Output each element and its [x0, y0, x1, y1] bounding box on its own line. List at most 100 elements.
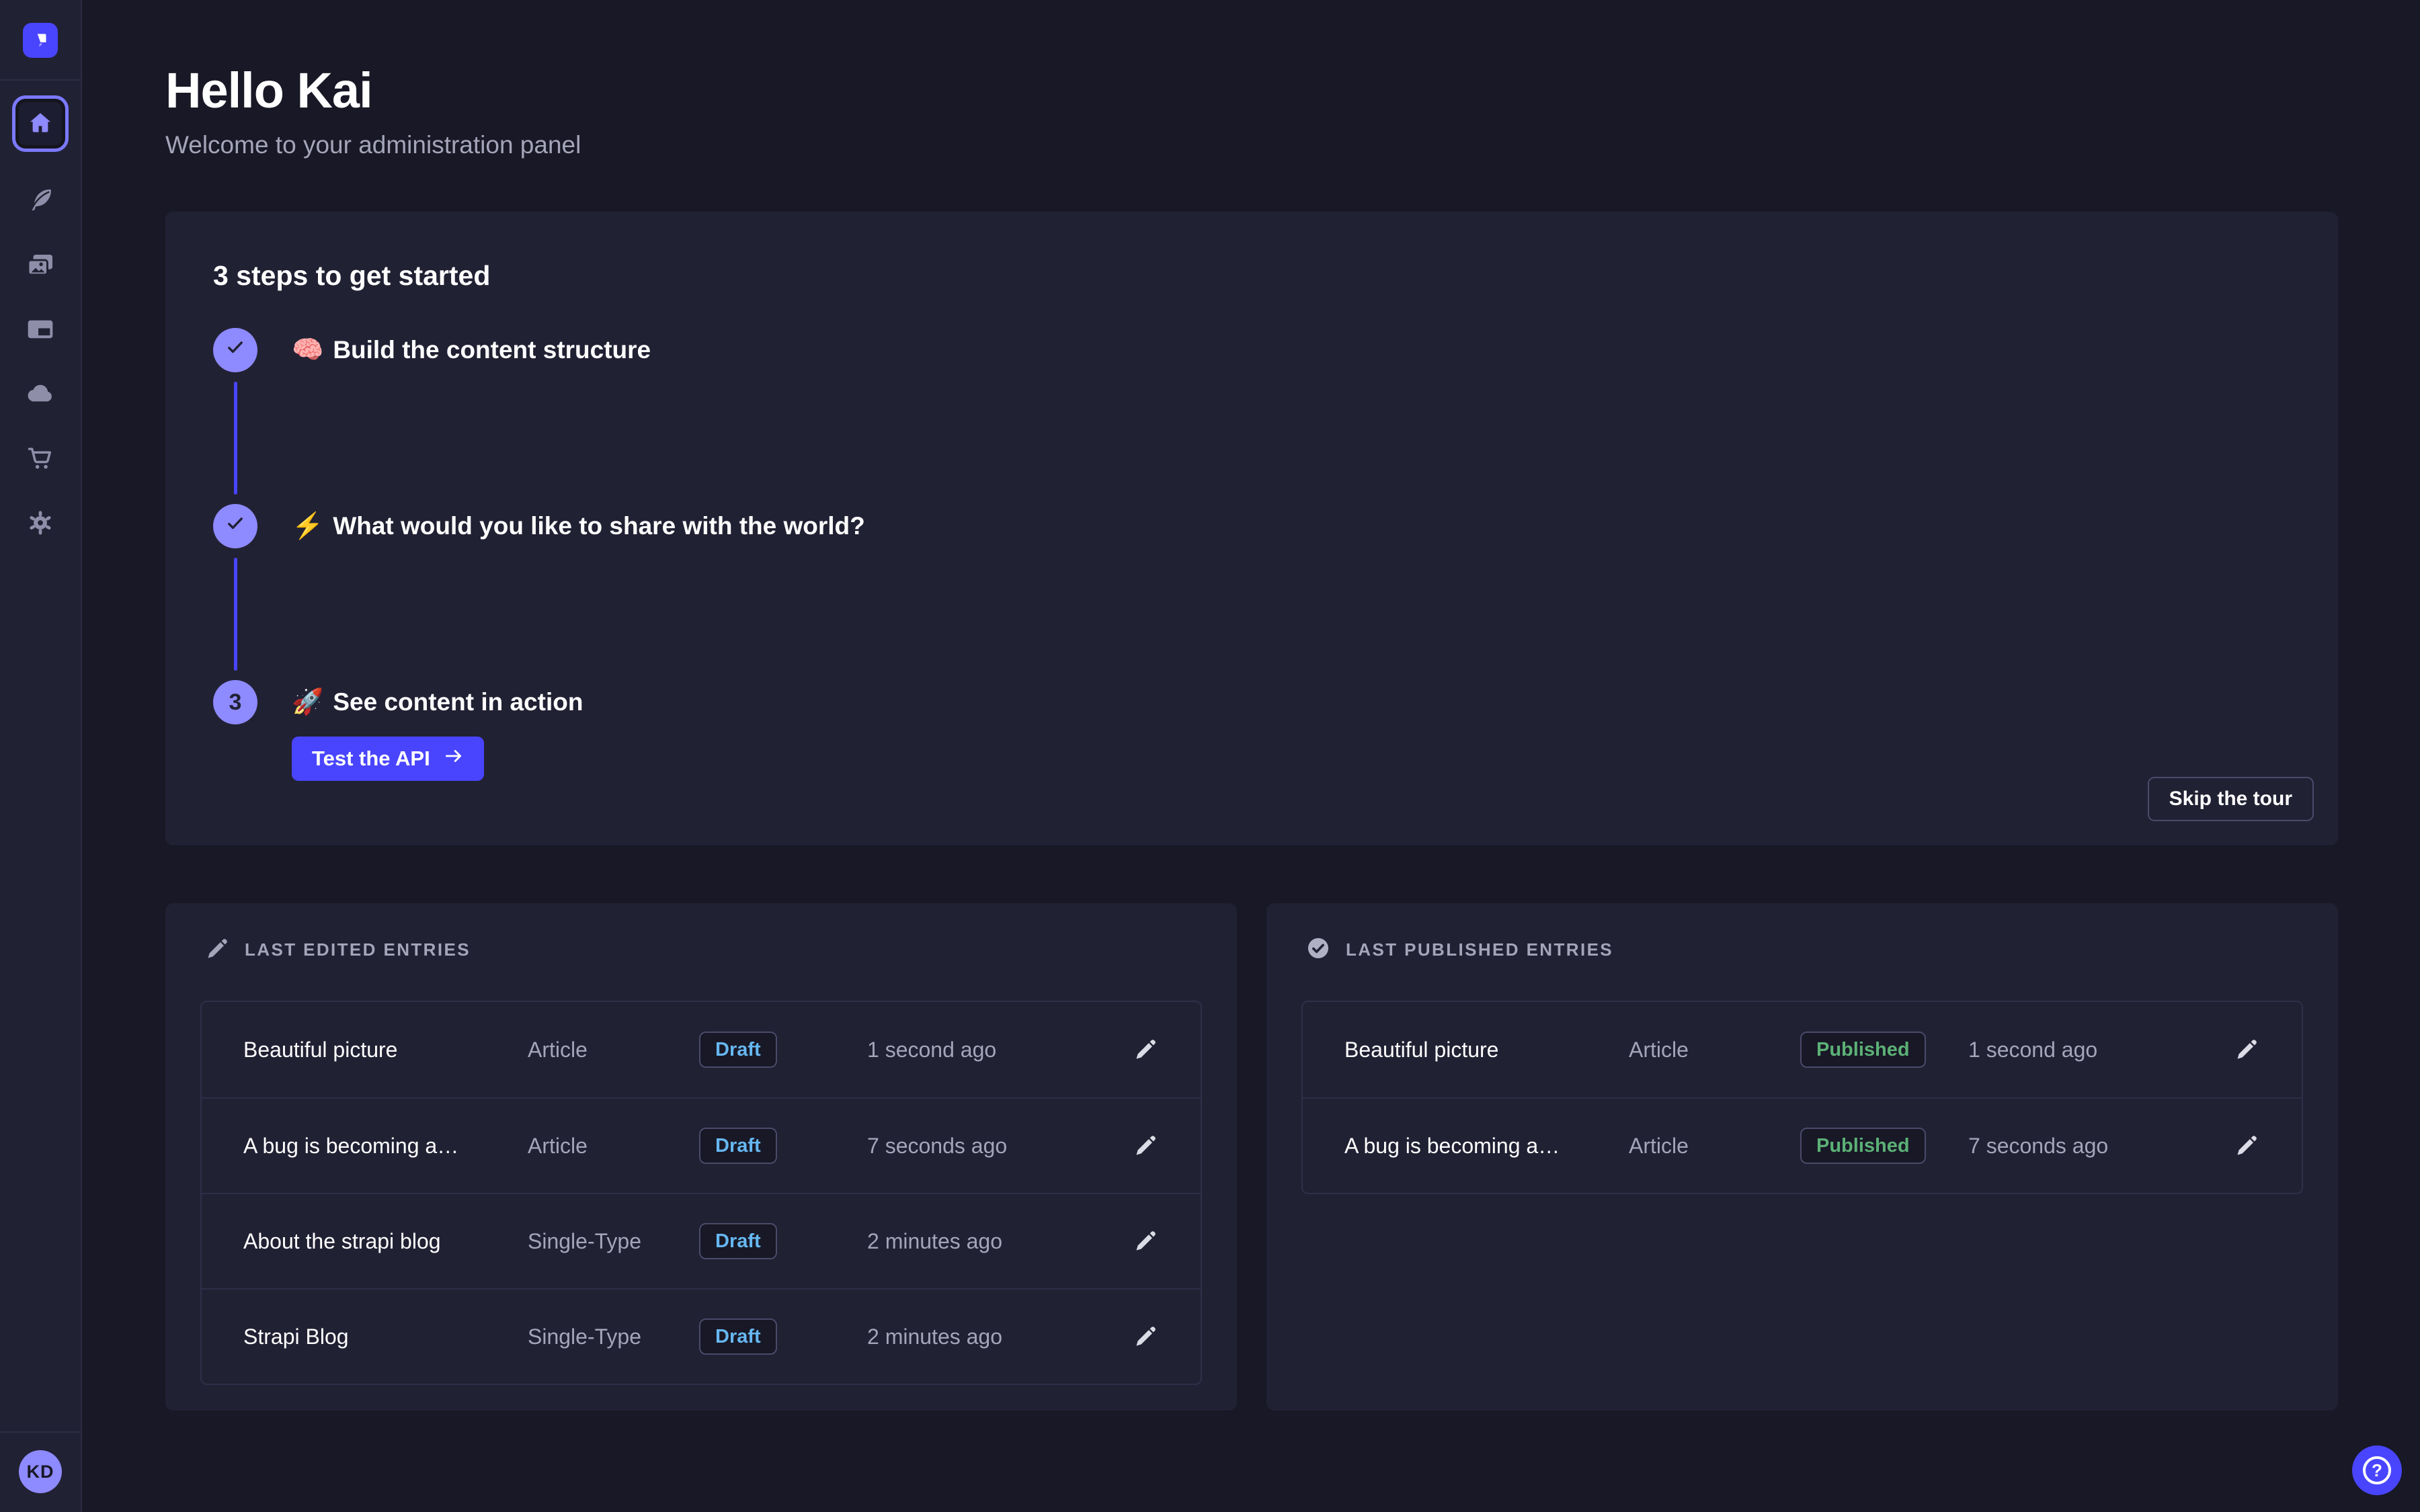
rocket-emoji-icon: 🚀: [292, 680, 323, 724]
entry-time: 7 seconds ago: [867, 1134, 1131, 1159]
pencil-icon: [1133, 1341, 1158, 1351]
edit-entry-button[interactable]: [1131, 1226, 1160, 1256]
entry-kind: Article: [528, 1134, 699, 1159]
sidebar-divider: [0, 79, 81, 81]
test-api-button-label: Test the API: [312, 747, 430, 771]
sidebar-item-content-manager[interactable]: [25, 185, 56, 216]
entry-kind: Article: [1629, 1038, 1800, 1062]
step-2-title: ⚡ What would you like to share with the …: [292, 504, 2288, 548]
edit-entry-button[interactable]: [1131, 1322, 1160, 1351]
last-published-header: LAST PUBLISHED ENTRIES: [1305, 935, 2303, 964]
entries-panels: LAST EDITED ENTRIES Beautiful picture Ar…: [165, 903, 2338, 1411]
test-api-button[interactable]: Test the API: [292, 737, 484, 781]
pencil-icon: [2234, 1150, 2259, 1160]
pictures-icon: [26, 250, 55, 282]
edit-entry-button[interactable]: [1131, 1035, 1160, 1064]
step-3-label: See content in action: [333, 680, 583, 724]
sidebar-item-content-type-builder[interactable]: [25, 314, 56, 345]
edit-entry-button[interactable]: [2232, 1035, 2261, 1064]
table-row[interactable]: A bug is becoming a… Article Published 7…: [1303, 1097, 2302, 1193]
sidebar-item-media-library[interactable]: [25, 250, 56, 281]
step-2-check-circle: [213, 504, 257, 548]
edit-entry-button[interactable]: [2232, 1131, 2261, 1161]
zap-emoji-icon: ⚡: [292, 504, 323, 548]
pencil-icon: [1133, 1245, 1158, 1255]
pencil-icon: [1133, 1054, 1158, 1064]
sidebar-item-deploy[interactable]: [25, 379, 56, 410]
entry-title: Beautiful picture: [243, 1038, 528, 1062]
main-content: Hello Kai Welcome to your administration…: [82, 0, 2420, 1512]
step-1-label: Build the content structure: [333, 328, 651, 372]
avatar[interactable]: KD: [19, 1450, 62, 1493]
check-icon: [224, 336, 247, 365]
step-3-cta-row: Test the API: [292, 737, 2288, 781]
cloud-icon: [26, 379, 55, 411]
step-3-body: 🚀 See content in action: [292, 680, 2288, 724]
last-published-table: Beautiful picture Article Published 1 se…: [1301, 1001, 2303, 1194]
table-row[interactable]: About the strapi blog Single-Type Draft …: [202, 1193, 1201, 1288]
layout-icon: [26, 314, 55, 346]
step-3-number-circle: 3: [213, 680, 257, 724]
entry-time: 2 minutes ago: [867, 1229, 1131, 1254]
app-root: KD Hello Kai Welcome to your administrat…: [0, 0, 2420, 1512]
table-row[interactable]: Beautiful picture Article Published 1 se…: [1303, 1002, 2302, 1097]
gear-icon: [26, 508, 55, 540]
entry-title: A bug is becoming a…: [1344, 1134, 1629, 1159]
tour-step-3: 3 🚀 See content in action: [213, 680, 2288, 724]
entry-kind: Single-Type: [528, 1325, 699, 1349]
sidebar-item-marketplace[interactable]: [25, 444, 56, 474]
page-title: Hello Kai: [165, 62, 2338, 119]
entry-title: Beautiful picture: [1344, 1038, 1629, 1062]
entry-time: 1 second ago: [867, 1038, 1131, 1062]
home-icon: [26, 109, 54, 139]
step-3-number: 3: [229, 689, 242, 716]
question-mark-icon: ?: [2363, 1456, 2391, 1484]
entry-kind: Article: [528, 1038, 699, 1062]
sidebar-item-home[interactable]: [12, 95, 69, 152]
step-1-title: 🧠 Build the content structure: [292, 328, 2288, 372]
strapi-logo-icon: [30, 30, 50, 52]
status-badge: Published: [1800, 1128, 1926, 1164]
sidebar-bottom-divider: [0, 1431, 81, 1433]
status-badge: Draft: [699, 1032, 777, 1068]
pencil-icon: [1133, 1150, 1158, 1160]
sidebar-nav: [12, 95, 69, 539]
entry-time: 2 minutes ago: [867, 1325, 1131, 1349]
step-2-label: What would you like to share with the wo…: [333, 504, 864, 548]
sidebar-item-settings[interactable]: [25, 508, 56, 539]
table-row[interactable]: Beautiful picture Article Draft 1 second…: [202, 1002, 1201, 1097]
last-edited-title: LAST EDITED ENTRIES: [245, 939, 471, 960]
status-badge: Published: [1800, 1032, 1926, 1068]
page-header: Hello Kai Welcome to your administration…: [165, 62, 2338, 159]
feather-icon: [26, 185, 55, 217]
table-row[interactable]: Strapi Blog Single-Type Draft 2 minutes …: [202, 1288, 1201, 1384]
entry-kind: Single-Type: [528, 1229, 699, 1254]
cart-icon: [26, 444, 55, 475]
pencil-icon: [204, 935, 230, 964]
sidebar-bottom: KD: [0, 1431, 81, 1512]
entry-title: A bug is becoming a…: [243, 1134, 528, 1159]
step-3-rail: 3: [213, 680, 257, 724]
tour-step-1: 🧠 Build the content structure: [213, 328, 2288, 504]
step-2-rail: [213, 504, 257, 680]
last-edited-header: LAST EDITED ENTRIES: [204, 935, 1202, 964]
status-badge: Draft: [699, 1318, 777, 1355]
last-edited-panel: LAST EDITED ENTRIES Beautiful picture Ar…: [165, 903, 1237, 1411]
strapi-logo[interactable]: [23, 23, 58, 58]
last-edited-table: Beautiful picture Article Draft 1 second…: [200, 1001, 1202, 1385]
help-button[interactable]: ?: [2352, 1445, 2402, 1495]
entry-title: Strapi Blog: [243, 1325, 528, 1349]
step-connector: [234, 382, 237, 495]
status-badge: Draft: [699, 1128, 777, 1164]
guided-tour-card: 3 steps to get started 🧠 Build the conte…: [165, 212, 2338, 845]
step-1-check-circle: [213, 328, 257, 372]
pencil-icon: [2234, 1054, 2259, 1064]
arrow-right-icon: [444, 746, 464, 771]
edit-entry-button[interactable]: [1131, 1131, 1160, 1161]
sidebar: KD: [0, 0, 82, 1512]
skip-tour-button[interactable]: Skip the tour: [2148, 777, 2314, 821]
brain-emoji-icon: 🧠: [292, 328, 323, 372]
check-circle-icon: [1305, 935, 1331, 964]
guided-tour-title: 3 steps to get started: [213, 260, 2288, 292]
table-row[interactable]: A bug is becoming a… Article Draft 7 sec…: [202, 1097, 1201, 1193]
